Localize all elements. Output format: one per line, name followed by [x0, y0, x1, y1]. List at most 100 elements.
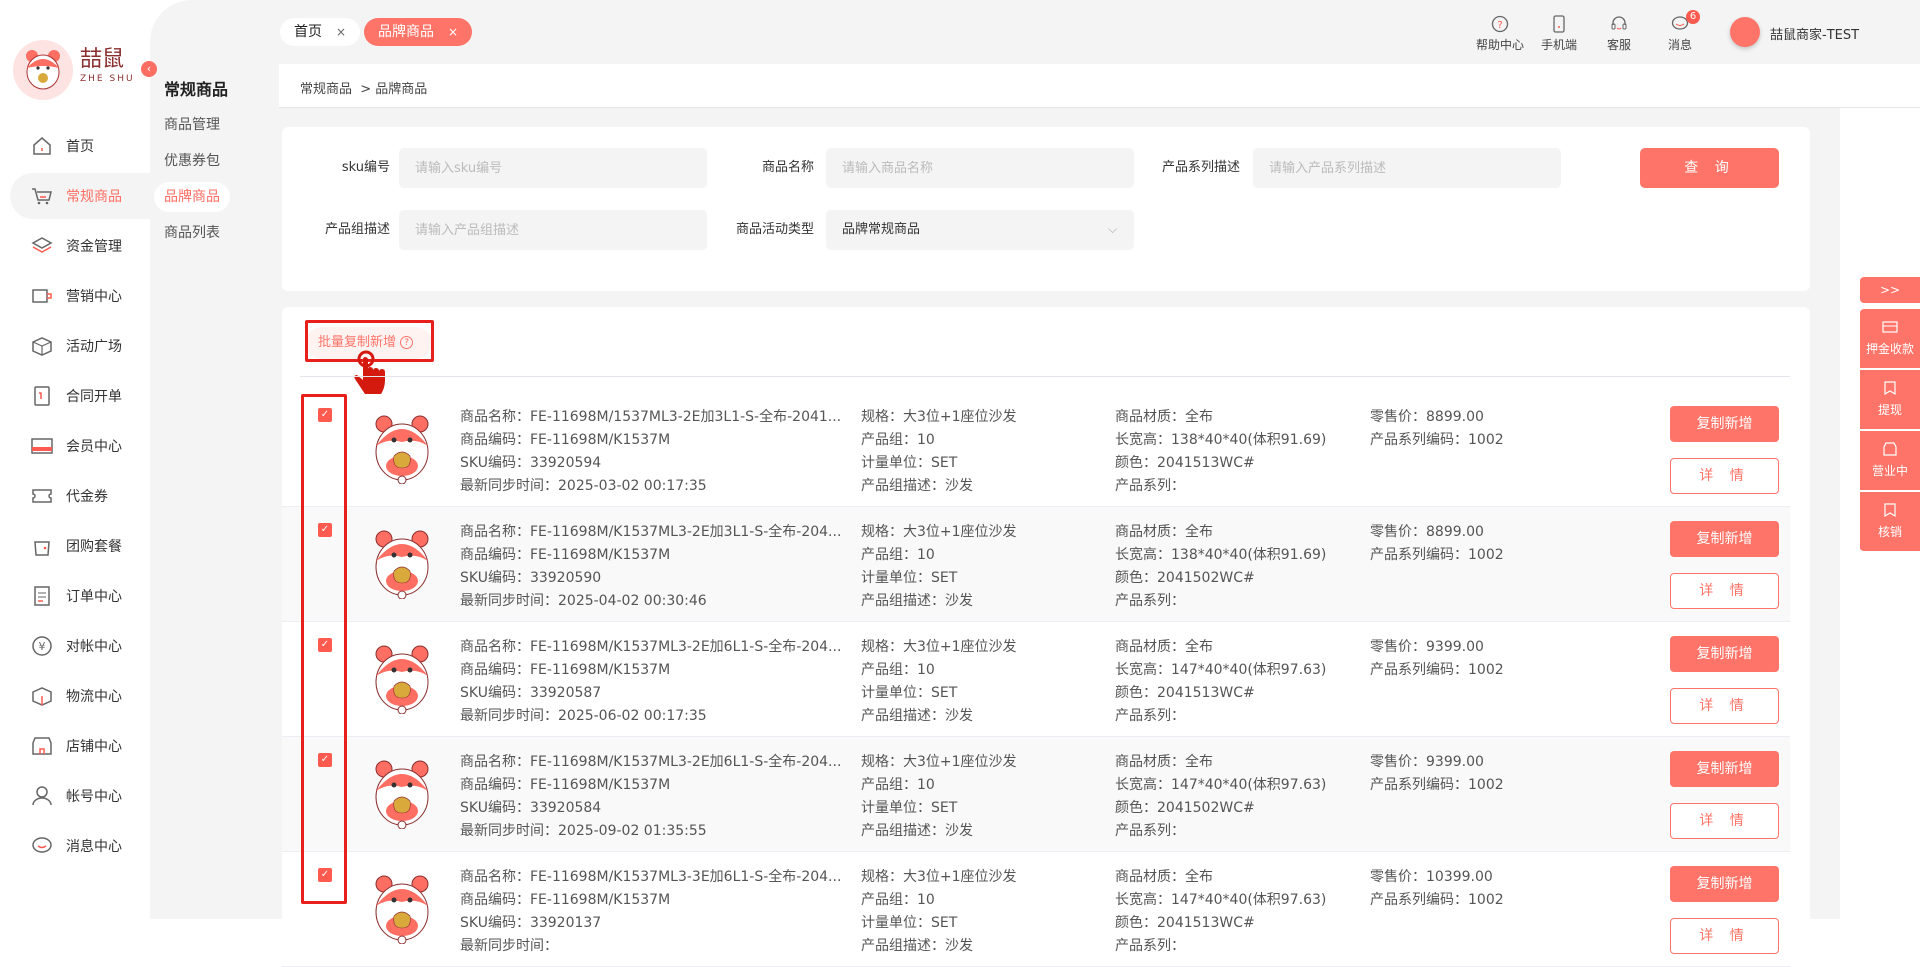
product-name-input[interactable]	[826, 148, 1134, 188]
field-spec: 规格：大3位+1座位沙发	[861, 521, 1017, 544]
field-value: 9399.00	[1426, 639, 1484, 655]
field-label: 产品系列编码：	[1370, 662, 1468, 678]
customer-service-button[interactable]: 客服	[1584, 14, 1654, 53]
field-code: 商品编码：FE-11698M/K1537M	[460, 659, 841, 682]
submenu-item-0[interactable]: 商品管理	[154, 110, 230, 140]
sidebar-item-label: 活动广场	[66, 339, 122, 355]
logo-text: 喆鼠	[80, 47, 125, 72]
detail-button[interactable]: 详 情	[1670, 458, 1779, 494]
field-label: 长宽高：	[1115, 892, 1171, 908]
submenu-item-3[interactable]: 商品列表	[154, 218, 230, 248]
collapse-sidebar-button[interactable]: ‹	[141, 61, 157, 77]
field-label: 零售价：	[1370, 754, 1426, 770]
activity-type-select[interactable]: 品牌常规商品	[826, 210, 1134, 250]
field-value: 全布	[1185, 409, 1213, 425]
field-value: 1002	[1468, 432, 1504, 448]
field-spec: 规格：大3位+1座位沙发	[861, 866, 1017, 889]
sku-input[interactable]	[399, 148, 707, 188]
messages-button[interactable]: 消息	[1645, 14, 1715, 53]
sidebar-item-2[interactable]: 资金管理	[10, 223, 150, 269]
query-button[interactable]: 查 询	[1640, 148, 1779, 188]
tab-home[interactable]: 首页 ×	[280, 18, 361, 46]
sidebar-item-7[interactable]: 代金券	[10, 473, 150, 519]
right-panel-item-1[interactable]: 提现	[1860, 370, 1920, 430]
field-label: 规格：	[861, 869, 903, 885]
field-label: 商品材质：	[1115, 409, 1185, 425]
sidebar-item-12[interactable]: 店铺中心	[10, 723, 150, 769]
field-value: FE-11698M/K1537M	[530, 547, 671, 563]
sidebar-item-label: 代金券	[66, 489, 108, 505]
field-value: 33920584	[529, 800, 602, 816]
field-label: 商品材质：	[1115, 754, 1185, 770]
username[interactable]: 喆鼠商家-TEST	[1770, 24, 1859, 43]
field-spec: 规格：大3位+1座位沙发	[861, 636, 1017, 659]
field-label: 商品材质：	[1115, 639, 1185, 655]
sidebar-item-label: 对帐中心	[66, 639, 122, 655]
group-desc-input[interactable]	[399, 210, 707, 250]
field-label: SKU编码：	[460, 685, 530, 701]
sidebar-item-5[interactable]: 合同开单	[10, 373, 150, 419]
series-desc-input[interactable]	[1253, 148, 1561, 188]
sidebar-item-14[interactable]: 消息中心	[10, 823, 150, 869]
right-panel-item-3[interactable]: 核销	[1860, 492, 1920, 552]
field-value: FE-11698M/1537ML3-2E加3L1-S-全布-2041...	[530, 409, 842, 425]
field-unit: 计量单位：SET	[861, 682, 1017, 705]
detail-button[interactable]: 详 情	[1670, 573, 1779, 609]
bookmark-icon	[1884, 381, 1896, 396]
field-label: 规格：	[861, 639, 903, 655]
right-panel-item-2[interactable]: 营业中	[1860, 431, 1920, 491]
submenu-item-2[interactable]: 品牌商品	[154, 182, 230, 212]
detail-button[interactable]: 详 情	[1670, 918, 1779, 954]
product-image	[375, 645, 429, 714]
field-value: 138*40*40(体积91.69)	[1171, 432, 1327, 448]
field-value: 33920587	[529, 685, 602, 701]
copy-add-button[interactable]: 复制新增	[1670, 521, 1779, 557]
close-icon[interactable]: ×	[448, 25, 458, 39]
sidebar-item-0[interactable]: 首页	[10, 123, 150, 169]
sidebar-item-3[interactable]: 营销中心	[10, 273, 150, 319]
table-row: ✓ 商品名称：FE-11698M/K1537ML3-2E加3L1-S-全布-20…	[282, 507, 1790, 622]
field-value: 大3位+1座位沙发	[903, 639, 1017, 655]
detail-button[interactable]: 详 情	[1670, 688, 1779, 724]
sidebar-item-label: 消息中心	[66, 839, 122, 855]
sidebar-item-8[interactable]: 团购套餐	[10, 523, 150, 569]
field-label: 商品名称：	[460, 639, 530, 655]
messages-label: 消息	[1667, 38, 1692, 52]
copy-add-button[interactable]: 复制新增	[1670, 866, 1779, 902]
right-panel-item-0[interactable]: 押金收款	[1860, 309, 1920, 369]
field-value: 147*40*40(体积97.63)	[1171, 777, 1327, 793]
field-label: 规格：	[861, 409, 903, 425]
field-label: SKU编码：	[460, 915, 530, 931]
sidebar-item-13[interactable]: 帐号中心	[10, 773, 150, 819]
detail-button[interactable]: 详 情	[1670, 803, 1779, 839]
field-sku: SKU编码：33920137	[460, 912, 841, 935]
field-value: 33920590	[529, 570, 602, 586]
copy-add-button[interactable]: 复制新增	[1670, 636, 1779, 672]
field-value: FE-11698M/K1537ML3-2E加3L1-S-全布-204...	[530, 524, 842, 540]
field-code: 商品编码：FE-11698M/K1537M	[460, 544, 841, 567]
field-label: 零售价：	[1370, 869, 1426, 885]
svg-text:¥: ¥	[39, 640, 46, 653]
sidebar-item-6[interactable]: 会员中心	[10, 423, 150, 469]
copy-add-button[interactable]: 复制新增	[1670, 751, 1779, 787]
sidebar-item-1[interactable]: 常规商品	[10, 173, 150, 219]
field-label: 产品系列：	[1115, 823, 1185, 839]
field-series: 产品系列：	[1115, 820, 1326, 843]
field-value: 8899.00	[1426, 409, 1484, 425]
field-label: 计量单位：	[861, 800, 931, 816]
sidebar-item-9[interactable]: 订单中心	[10, 573, 150, 619]
tab-brand-products[interactable]: 品牌商品 ×	[364, 18, 473, 46]
sidebar-item-11[interactable]: 物流中心	[10, 673, 150, 719]
field-unit: 计量单位：SET	[861, 452, 1017, 475]
right-panel-toggle[interactable]: >>	[1860, 277, 1920, 303]
field-value: FE-11698M/K1537ML3-2E加6L1-S-全布-204...	[530, 639, 842, 655]
store-icon	[1883, 442, 1897, 456]
field-label: 颜色：	[1115, 685, 1157, 701]
submenu-item-1[interactable]: 优惠券包	[154, 146, 230, 176]
avatar[interactable]	[1730, 17, 1760, 47]
sidebar-item-10[interactable]: ¥ 对帐中心	[10, 623, 150, 669]
close-icon[interactable]: ×	[336, 25, 346, 39]
copy-add-button[interactable]: 复制新增	[1670, 406, 1779, 442]
scrollbar-track[interactable]	[1810, 108, 1840, 919]
sidebar-item-4[interactable]: 活动广场	[10, 323, 150, 369]
